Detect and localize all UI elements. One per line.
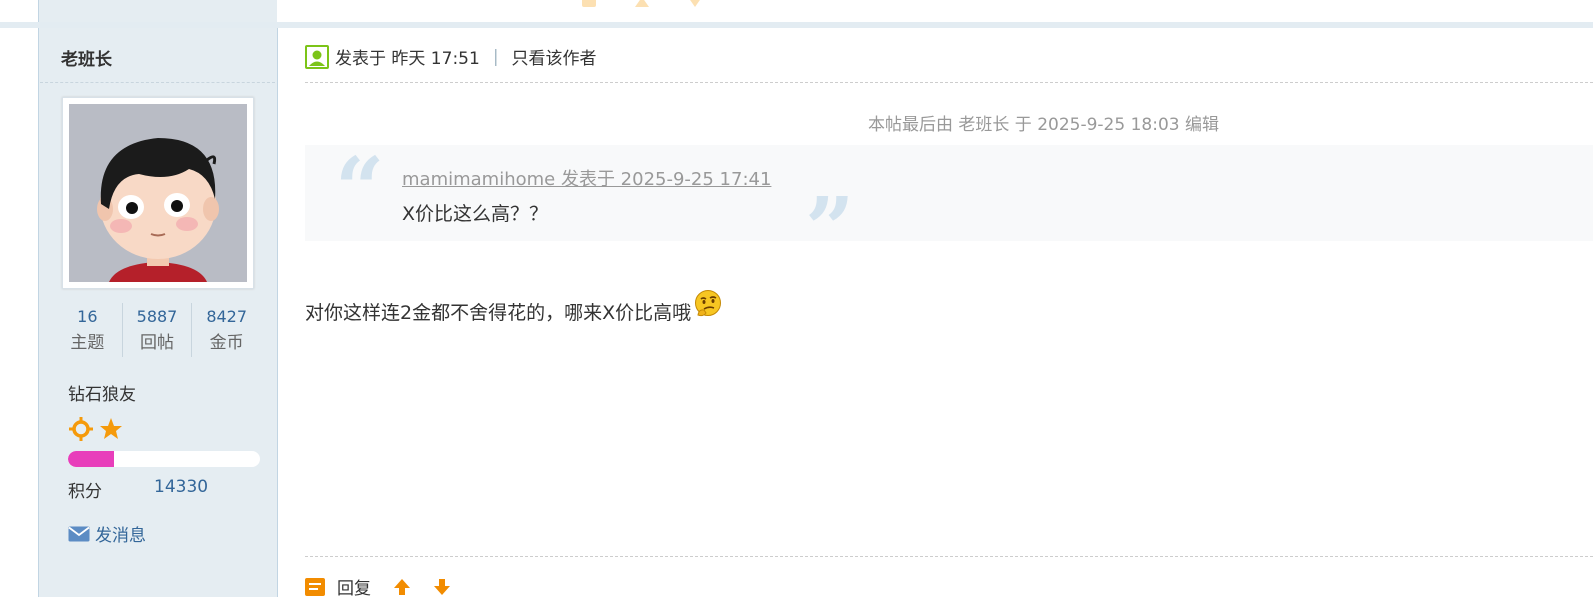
thumb-down-arrow-icon[interactable] bbox=[433, 578, 451, 596]
thumb-up-arrow-icon[interactable] bbox=[393, 578, 411, 596]
avatar-image bbox=[69, 104, 247, 282]
reply-icon bbox=[305, 577, 325, 596]
rank-progress-fill bbox=[68, 451, 115, 467]
quote-text: X价比这么高？？ bbox=[402, 203, 549, 225]
stat-replies-label: 回帖 bbox=[140, 333, 174, 353]
stat-replies-value[interactable]: 5887 bbox=[123, 303, 192, 331]
post-time: 发表于 昨天 17:51 bbox=[335, 49, 480, 69]
stat-coins-value[interactable]: 8427 bbox=[192, 303, 261, 331]
stat-replies[interactable]: 5887 回帖 bbox=[121, 303, 192, 357]
author-stats: 16 主题 5887 回帖 8427 金币 bbox=[53, 303, 261, 357]
author-name[interactable]: 老班长 bbox=[61, 45, 112, 70]
reply-label[interactable]: 回复 bbox=[337, 574, 371, 599]
previous-reply-icon[interactable] bbox=[582, 0, 596, 7]
avatar[interactable] bbox=[62, 97, 254, 289]
post-body: 对你这样连2金都不舍得花的，哪来X价比高哦 bbox=[305, 290, 723, 325]
previous-post-controls bbox=[582, 0, 736, 7]
quote-source-link[interactable]: mamimamihome 发表于 2025-9-25 17:41 bbox=[402, 165, 771, 191]
post-header-divider bbox=[305, 82, 1593, 83]
star-icon bbox=[100, 418, 122, 439]
rank-icons bbox=[68, 417, 148, 441]
previous-down-icon[interactable] bbox=[688, 0, 703, 7]
post-footer-divider bbox=[305, 556, 1593, 557]
previous-post-footer bbox=[277, 0, 1593, 22]
open-quote-icon: “ bbox=[335, 139, 385, 240]
rank-progress-bar bbox=[68, 451, 260, 467]
stat-coins[interactable]: 8427 金币 bbox=[191, 303, 261, 357]
edit-note: 本帖最后由 老班长 于 2025-9-25 18:03 编辑 bbox=[868, 115, 1219, 135]
mail-icon bbox=[68, 526, 90, 541]
author-sidebar bbox=[38, 0, 278, 597]
send-message-label[interactable]: 发消息 bbox=[95, 521, 146, 546]
reply-button[interactable]: 回复 bbox=[305, 574, 371, 599]
close-quote-icon: ” bbox=[805, 179, 855, 280]
post-divider bbox=[0, 22, 1593, 28]
post-header: 发表于 昨天 17:51 | 只看该作者 bbox=[305, 44, 597, 69]
post-actions: 回复 bbox=[305, 574, 451, 599]
send-message-link[interactable]: 发消息 bbox=[68, 521, 146, 546]
previous-post-sidebar-end bbox=[39, 0, 277, 22]
rank-title[interactable]: 钻石狼友 bbox=[68, 380, 136, 405]
online-user-icon bbox=[305, 44, 329, 69]
stat-topics-label: 主题 bbox=[70, 333, 105, 353]
author-divider bbox=[40, 82, 275, 83]
sun-star-icon bbox=[69, 417, 122, 441]
thinking-emoji-icon bbox=[695, 290, 722, 317]
points-label: 积分 bbox=[68, 482, 102, 502]
sun-icon bbox=[69, 417, 93, 441]
page-gutter bbox=[0, 0, 38, 597]
quote-block: “ ” mamimamihome 发表于 2025-9-25 17:41 X价比… bbox=[305, 139, 1593, 273]
points-value[interactable]: 14330 bbox=[154, 477, 208, 497]
header-separator: | bbox=[492, 46, 499, 67]
stat-coins-label: 金币 bbox=[209, 333, 244, 353]
stat-topics-value[interactable]: 16 bbox=[53, 303, 122, 331]
only-author-link[interactable]: 只看该作者 bbox=[512, 44, 597, 69]
post-body-text: 对你这样连2金都不舍得花的，哪来X价比高哦 bbox=[305, 302, 692, 324]
previous-up-icon[interactable] bbox=[635, 0, 650, 7]
stat-topics[interactable]: 16 主题 bbox=[53, 303, 122, 357]
cartoon-boy-avatar-icon bbox=[69, 104, 247, 282]
